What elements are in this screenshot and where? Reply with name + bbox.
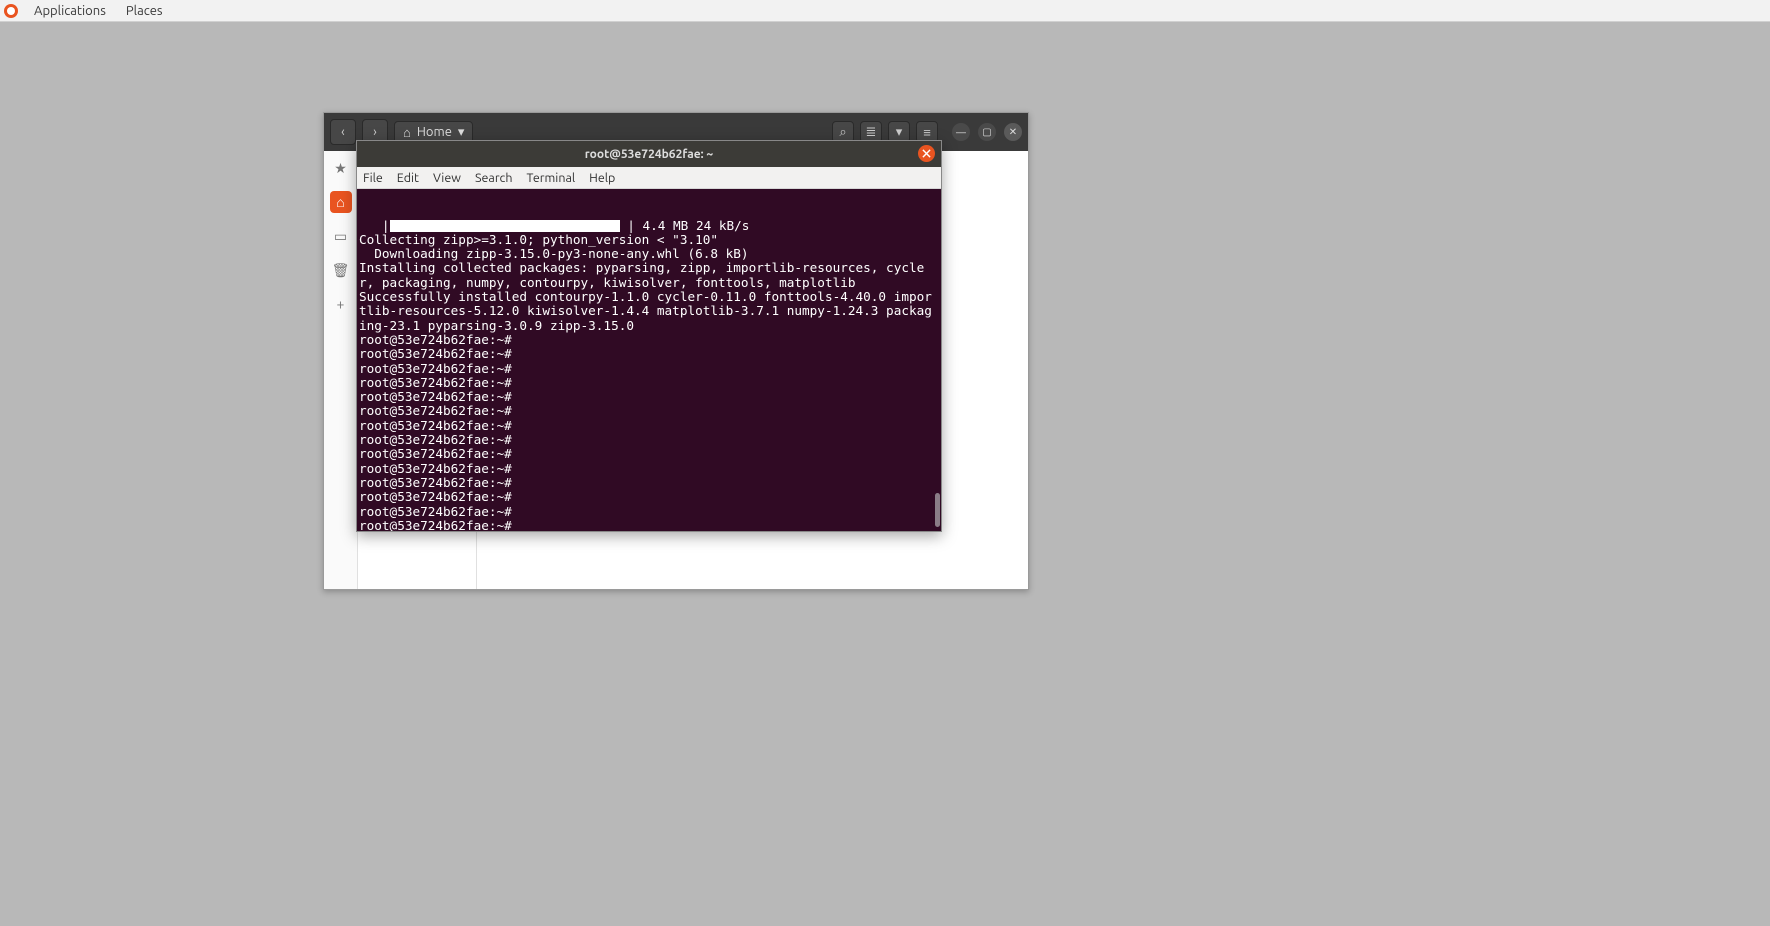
home-icon: ⌂ (403, 125, 411, 140)
files-window-controls: — ▢ ✕ (952, 123, 1022, 141)
terminal-menubar: File Edit View Search Terminal Help (357, 167, 941, 189)
terminal-output[interactable]: | | 4.4 MB 24 kB/sCollecting zipp>=3.1.0… (357, 189, 941, 531)
terminal-window: root@53e724b62fae: ~ File Edit View Sear… (356, 140, 942, 532)
terminal-menu-terminal[interactable]: Terminal (527, 171, 576, 185)
files-close-button[interactable]: ✕ (1004, 123, 1022, 141)
terminal-menu-view[interactable]: View (433, 171, 461, 185)
os-top-bar: Applications Places (0, 0, 1770, 22)
sidebar-add-icon[interactable]: + (330, 293, 352, 315)
sidebar-home-icon[interactable]: ⌂ (330, 191, 352, 213)
terminal-title: root@53e724b62fae: ~ (585, 148, 713, 161)
sidebar-trash-icon[interactable]: 🗑 (330, 259, 352, 281)
files-sidebar: ★ ⌂ ▭ 🗑 + (324, 151, 358, 589)
terminal-menu-edit[interactable]: Edit (397, 171, 419, 185)
terminal-titlebar[interactable]: root@53e724b62fae: ~ (357, 141, 941, 167)
terminal-menu-help[interactable]: Help (589, 171, 615, 185)
path-home-label: Home (417, 125, 452, 139)
files-maximize-button[interactable]: ▢ (978, 123, 996, 141)
ubuntu-logo-icon (4, 4, 18, 18)
applications-menu[interactable]: Applications (30, 2, 110, 20)
nav-back-button[interactable]: ‹ (330, 119, 356, 145)
progress-bar (390, 220, 620, 232)
close-icon (922, 149, 931, 158)
terminal-close-button[interactable] (918, 145, 935, 162)
terminal-scrollbar-thumb[interactable] (935, 493, 940, 527)
terminal-menu-search[interactable]: Search (475, 171, 513, 185)
files-minimize-button[interactable]: — (952, 123, 970, 141)
sidebar-starred-icon[interactable]: ★ (330, 157, 352, 179)
places-menu[interactable]: Places (122, 2, 167, 20)
path-dropdown-icon: ▾ (458, 125, 465, 140)
sidebar-desktop-icon[interactable]: ▭ (330, 225, 352, 247)
terminal-menu-file[interactable]: File (363, 171, 383, 185)
